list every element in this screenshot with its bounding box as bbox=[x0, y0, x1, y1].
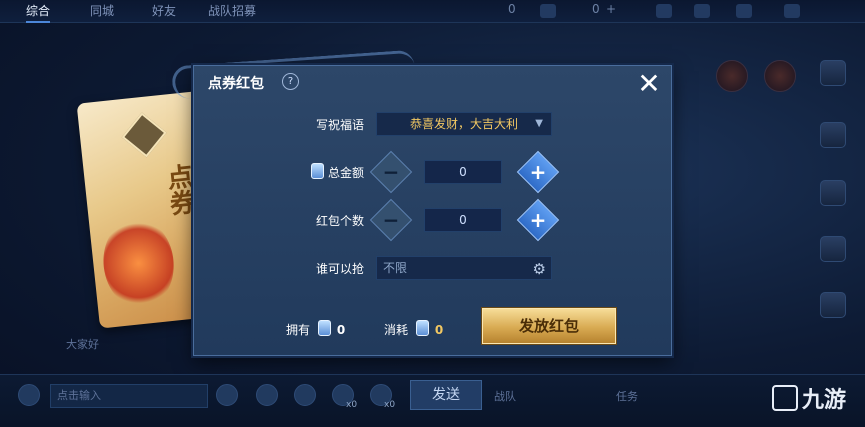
currency-icon bbox=[540, 4, 556, 18]
minus-icon: − bbox=[382, 208, 400, 232]
who-can-grab-label: 谁可以抢 bbox=[315, 262, 364, 276]
dropdown-chevron-icon: ▼ bbox=[535, 118, 543, 129]
chat-message-preview: 大家好 bbox=[66, 338, 99, 351]
horn-count: x0 bbox=[346, 400, 358, 410]
who-can-grab-field[interactable]: 不限 ⚙ bbox=[376, 256, 552, 280]
tab-friends[interactable]: 好友 bbox=[152, 2, 176, 19]
blessing-label: 写祝福语 bbox=[315, 118, 364, 132]
count-minus-button[interactable]: − bbox=[369, 198, 413, 242]
mail-icon[interactable] bbox=[736, 4, 752, 18]
cost-label: 消耗 bbox=[384, 323, 409, 337]
who-can-grab-value: 不限 bbox=[383, 261, 408, 275]
avatar-slot-1[interactable] bbox=[716, 60, 748, 92]
count-plus-button[interactable]: + bbox=[516, 198, 560, 242]
coupon-icon bbox=[310, 163, 324, 179]
dialog-title: 点券红包 bbox=[208, 76, 264, 92]
currency-count-2: 0 bbox=[592, 2, 600, 16]
cost-value: 0 bbox=[434, 323, 444, 337]
friends-icon[interactable] bbox=[656, 4, 672, 18]
gift-count: x0 bbox=[384, 400, 396, 410]
owned-label: 拥有 bbox=[286, 323, 311, 337]
mic-icon[interactable] bbox=[216, 384, 238, 406]
amount-plus-button[interactable]: + bbox=[516, 150, 560, 194]
history-icon[interactable] bbox=[294, 384, 316, 406]
chat-send-button[interactable]: 发送 bbox=[410, 380, 482, 410]
side-menu-icon-2[interactable] bbox=[820, 122, 846, 148]
amount-label-row: 总金额 bbox=[284, 163, 364, 181]
amount-input[interactable]: 0 bbox=[424, 160, 502, 184]
currency-count-1: 0 bbox=[508, 2, 516, 16]
side-menu-icon-4[interactable] bbox=[820, 236, 846, 262]
count-label: 红包个数 bbox=[315, 214, 364, 228]
packet-title: 点券 bbox=[161, 162, 197, 218]
side-menu-icon-1[interactable] bbox=[820, 60, 846, 86]
coupon-icon bbox=[317, 320, 331, 336]
minus-icon: − bbox=[382, 160, 400, 184]
settings-gear-icon[interactable] bbox=[784, 4, 800, 18]
amount-minus-button[interactable]: − bbox=[369, 150, 413, 194]
team-label[interactable]: 战队 bbox=[494, 388, 516, 404]
tab-team-recruit[interactable]: 战队招募 bbox=[208, 2, 256, 19]
packet-emblem-icon bbox=[121, 112, 167, 158]
gear-icon[interactable]: ⚙ bbox=[533, 258, 546, 280]
close-icon[interactable]: ✕ bbox=[634, 69, 664, 99]
task-label[interactable]: 任务 bbox=[616, 388, 638, 404]
add-currency-icon[interactable]: + bbox=[606, 2, 616, 16]
count-input[interactable]: 0 bbox=[424, 208, 502, 232]
side-menu-icon-5[interactable] bbox=[820, 292, 846, 318]
tab-general[interactable]: 综合 bbox=[26, 2, 51, 23]
voice-icon[interactable] bbox=[18, 384, 40, 406]
plus-icon: + bbox=[529, 208, 547, 232]
red-packet-dialog: 点券红包 ? ✕ 写祝福语 恭喜发财，大吉大利 ▼ 总金额 − 0 + 红包个数… bbox=[193, 65, 672, 356]
watermark-text: 九游 bbox=[802, 388, 847, 413]
cost-stat: 消耗 0 bbox=[384, 320, 443, 338]
coupon-icon bbox=[415, 320, 429, 336]
flame-art bbox=[99, 214, 179, 312]
blessing-value: 恭喜发财，大吉大利 bbox=[409, 117, 518, 131]
emoji-icon[interactable] bbox=[256, 384, 278, 406]
watermark-logo: 九游 bbox=[772, 382, 846, 414]
chat-input[interactable]: 点击输入 bbox=[50, 384, 208, 408]
avatar-slot-2[interactable] bbox=[764, 60, 796, 92]
blessing-select[interactable]: 恭喜发财，大吉大利 ▼ bbox=[376, 112, 552, 136]
send-red-packet-button[interactable]: 发放红包 bbox=[482, 308, 616, 344]
side-menu-icon-3[interactable] bbox=[820, 180, 846, 206]
chat-tab-bar: 综合 同城 好友 战队招募 0 0 + bbox=[0, 0, 865, 23]
owned-stat: 拥有 0 bbox=[286, 320, 345, 338]
owned-value: 0 bbox=[336, 323, 346, 337]
help-icon[interactable]: ? bbox=[282, 73, 299, 90]
amount-label: 总金额 bbox=[327, 166, 364, 180]
plus-icon: + bbox=[529, 160, 547, 184]
eye-icon[interactable] bbox=[694, 4, 710, 18]
watermark-mark-icon bbox=[772, 385, 798, 411]
tab-local[interactable]: 同城 bbox=[90, 2, 114, 19]
